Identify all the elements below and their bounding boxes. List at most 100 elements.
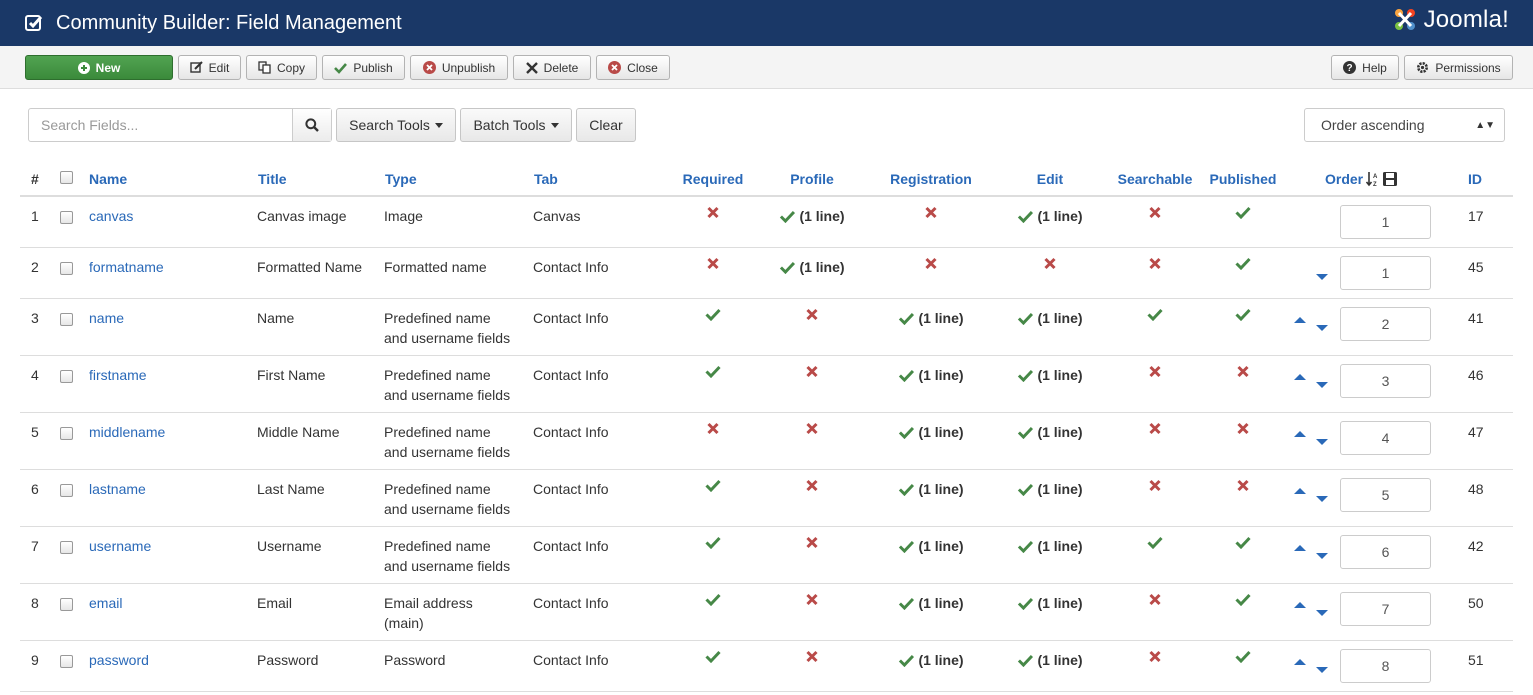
required-status[interactable] xyxy=(707,206,720,219)
order-input[interactable]: 4 xyxy=(1340,421,1431,455)
row-checkbox[interactable] xyxy=(60,427,73,440)
registration-status[interactable]: (1 line) xyxy=(898,593,964,613)
registration-status[interactable]: (1 line) xyxy=(898,536,964,556)
select-all-checkbox[interactable] xyxy=(60,171,73,184)
col-registration[interactable]: Registration xyxy=(890,169,972,189)
required-status[interactable] xyxy=(705,365,721,378)
col-title[interactable]: Title xyxy=(258,169,287,189)
search-button[interactable] xyxy=(292,109,331,141)
col-order[interactable]: Order AZ xyxy=(1325,169,1398,189)
published-status[interactable] xyxy=(1235,308,1251,321)
col-edit[interactable]: Edit xyxy=(1037,169,1063,189)
help-button[interactable]: ? Help xyxy=(1331,55,1399,80)
move-down-icon[interactable] xyxy=(1316,382,1328,388)
row-checkbox[interactable] xyxy=(60,211,73,224)
published-status[interactable] xyxy=(1235,593,1251,606)
move-up-icon[interactable] xyxy=(1294,431,1306,437)
edit-status[interactable]: (1 line) xyxy=(1017,593,1083,613)
field-name-link[interactable]: email xyxy=(89,593,122,613)
new-button[interactable]: New xyxy=(25,55,173,80)
delete-button[interactable]: Delete xyxy=(513,55,591,80)
batch-tools-button[interactable]: Batch Tools xyxy=(460,108,572,142)
registration-status[interactable] xyxy=(925,206,938,219)
field-name-link[interactable]: username xyxy=(89,536,151,556)
search-input[interactable] xyxy=(29,109,292,141)
required-status[interactable] xyxy=(705,593,721,606)
field-name-link[interactable]: formatname xyxy=(89,257,164,277)
edit-status[interactable]: (1 line) xyxy=(1017,536,1083,556)
col-type[interactable]: Type xyxy=(385,169,417,189)
edit-button[interactable]: Edit xyxy=(178,55,241,80)
close-button[interactable]: Close xyxy=(596,55,670,80)
move-up-icon[interactable] xyxy=(1294,659,1306,665)
row-checkbox[interactable] xyxy=(60,262,73,275)
searchable-status[interactable] xyxy=(1149,593,1162,606)
move-up-icon[interactable] xyxy=(1294,374,1306,380)
order-input[interactable]: 3 xyxy=(1340,364,1431,398)
unpublish-button[interactable]: Unpublish xyxy=(410,55,508,80)
move-up-icon[interactable] xyxy=(1294,488,1306,494)
edit-status[interactable]: (1 line) xyxy=(1017,422,1083,442)
edit-status[interactable] xyxy=(1044,257,1057,270)
published-status[interactable] xyxy=(1237,365,1250,378)
required-status[interactable] xyxy=(705,308,721,321)
profile-status[interactable] xyxy=(806,536,819,549)
order-input[interactable]: 1 xyxy=(1340,256,1431,290)
required-status[interactable] xyxy=(705,479,721,492)
order-input[interactable]: 2 xyxy=(1340,307,1431,341)
required-status[interactable] xyxy=(705,650,721,663)
col-name[interactable]: Name xyxy=(89,169,127,189)
searchable-status[interactable] xyxy=(1149,257,1162,270)
clear-button[interactable]: Clear xyxy=(576,108,636,142)
search-tools-button[interactable]: Search Tools xyxy=(336,108,456,142)
save-icon[interactable] xyxy=(1382,171,1398,187)
edit-status[interactable]: (1 line) xyxy=(1017,206,1083,226)
edit-status[interactable]: (1 line) xyxy=(1017,479,1083,499)
order-input[interactable]: 8 xyxy=(1340,649,1431,683)
published-status[interactable] xyxy=(1235,536,1251,549)
field-name-link[interactable]: middlename xyxy=(89,422,165,442)
profile-status[interactable] xyxy=(806,593,819,606)
profile-status[interactable] xyxy=(806,308,819,321)
searchable-status[interactable] xyxy=(1147,308,1163,321)
order-input[interactable]: 1 xyxy=(1340,205,1431,239)
published-status[interactable] xyxy=(1235,257,1251,270)
order-select[interactable]: Order ascending ▲▼ xyxy=(1304,108,1505,142)
published-status[interactable] xyxy=(1235,650,1251,663)
row-checkbox[interactable] xyxy=(60,370,73,383)
field-name-link[interactable]: canvas xyxy=(89,206,133,226)
field-name-link[interactable]: password xyxy=(89,650,149,670)
required-status[interactable] xyxy=(707,257,720,270)
permissions-button[interactable]: Permissions xyxy=(1404,55,1513,80)
move-up-icon[interactable] xyxy=(1294,317,1306,323)
field-name-link[interactable]: lastname xyxy=(89,479,146,499)
searchable-status[interactable] xyxy=(1147,536,1163,549)
published-status[interactable] xyxy=(1237,422,1250,435)
row-checkbox[interactable] xyxy=(60,598,73,611)
move-down-icon[interactable] xyxy=(1316,274,1328,280)
registration-status[interactable]: (1 line) xyxy=(898,365,964,385)
required-status[interactable] xyxy=(705,536,721,549)
move-down-icon[interactable] xyxy=(1316,610,1328,616)
profile-status[interactable] xyxy=(806,650,819,663)
row-checkbox[interactable] xyxy=(60,541,73,554)
move-down-icon[interactable] xyxy=(1316,496,1328,502)
registration-status[interactable]: (1 line) xyxy=(898,422,964,442)
field-name-link[interactable]: name xyxy=(89,308,124,328)
move-up-icon[interactable] xyxy=(1294,602,1306,608)
searchable-status[interactable] xyxy=(1149,650,1162,663)
col-published[interactable]: Published xyxy=(1210,169,1277,189)
published-status[interactable] xyxy=(1235,206,1251,219)
registration-status[interactable]: (1 line) xyxy=(898,308,964,328)
published-status[interactable] xyxy=(1237,479,1250,492)
registration-status[interactable] xyxy=(925,257,938,270)
copy-button[interactable]: Copy xyxy=(246,55,317,80)
searchable-status[interactable] xyxy=(1149,365,1162,378)
searchable-status[interactable] xyxy=(1149,479,1162,492)
col-searchable[interactable]: Searchable xyxy=(1118,169,1193,189)
row-checkbox[interactable] xyxy=(60,313,73,326)
move-up-icon[interactable] xyxy=(1294,545,1306,551)
move-down-icon[interactable] xyxy=(1316,667,1328,673)
profile-status[interactable]: (1 line) xyxy=(779,206,845,226)
profile-status[interactable] xyxy=(806,365,819,378)
